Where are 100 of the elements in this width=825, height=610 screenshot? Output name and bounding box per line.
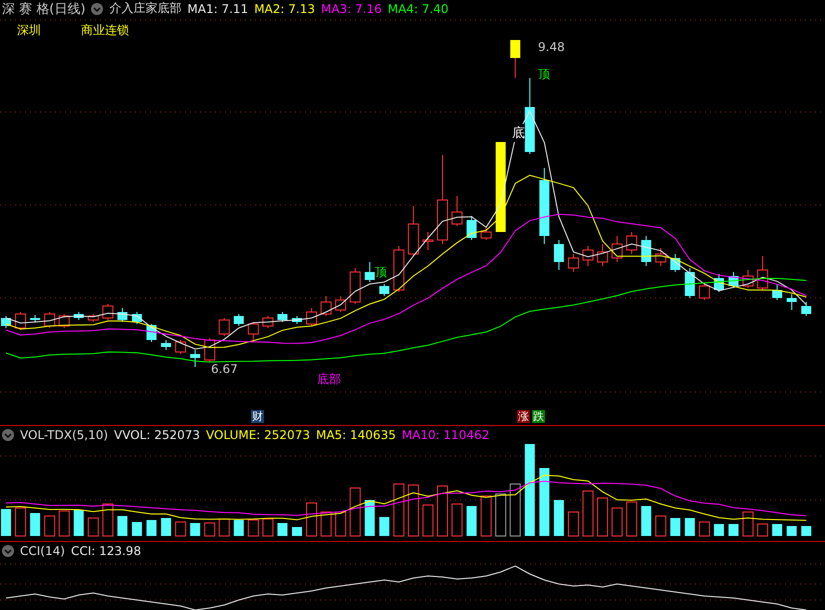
candlestick: [757, 256, 768, 290]
indicator-value: MA5: 140635: [316, 428, 396, 442]
volume-bar: [306, 502, 318, 536]
chart-marker: 9.48: [538, 40, 565, 54]
volume-bar: [74, 510, 84, 536]
candlestick: [132, 312, 142, 324]
candlestick: [698, 284, 710, 300]
volume-bar: [626, 502, 638, 536]
candlestick: [728, 272, 738, 288]
volume-bar: [190, 523, 200, 536]
candlestick: [597, 244, 608, 266]
candlestick: [466, 216, 477, 240]
event-badge[interactable]: 涨: [517, 410, 530, 423]
indicator-value: CCI: 123.98: [70, 544, 142, 558]
volume-bar: [422, 504, 434, 536]
volume-bar: [320, 512, 332, 536]
volume-bar: [714, 524, 724, 536]
volume-bar: [15, 508, 26, 536]
candlestick: [626, 232, 638, 254]
candlestick: [408, 206, 419, 256]
volume-bar: [30, 513, 40, 536]
volume-bar: [757, 524, 768, 536]
chart-marker: 顶: [538, 66, 550, 83]
chart-marker: 顶: [375, 264, 387, 281]
sector-tag: 深圳: [17, 22, 41, 39]
dropdown-icon[interactable]: [91, 2, 104, 14]
candlestick: [801, 302, 812, 316]
volume-bar: [132, 522, 142, 536]
volume-bar: [102, 504, 114, 536]
volume-bar: [655, 516, 666, 536]
chart-marker: 6.67: [211, 362, 238, 376]
candlestick: [262, 316, 274, 328]
indicator-value: MA2: 7.13: [254, 2, 315, 16]
volume-bar: [248, 520, 259, 536]
volume-bar: [772, 524, 782, 536]
volume-bar: [568, 512, 579, 536]
candlestick: [480, 228, 492, 240]
volume-bar: [204, 522, 216, 536]
volume-bar: [582, 490, 594, 536]
volume-bar: [218, 518, 230, 536]
candlestick: [714, 274, 724, 292]
volume-bar: [393, 484, 404, 536]
volume-bar: [146, 520, 156, 536]
event-badge[interactable]: 跌: [532, 410, 545, 423]
volume-bar: [612, 508, 623, 536]
dropdown-icon[interactable]: [2, 428, 14, 440]
indicator-name: CCI(14): [20, 544, 65, 558]
candlestick: [364, 262, 375, 282]
sector-tag: 商业连锁: [81, 22, 129, 39]
candlestick: [582, 246, 594, 266]
volume-bar: [44, 516, 56, 536]
volume-bar: [597, 498, 608, 536]
volume-bar: [742, 512, 754, 536]
volume-bar: [437, 486, 448, 536]
indicator-value: VOLUME: 252073: [206, 428, 310, 442]
indicator-value: MA10: 110462: [402, 428, 490, 442]
volume-bar: [234, 520, 244, 536]
candlestick: [393, 246, 404, 292]
candlestick: [117, 308, 128, 322]
candlestick: [612, 236, 623, 262]
candlestick: [510, 40, 520, 78]
volume-bar: [88, 518, 99, 536]
volume-bar: [539, 468, 550, 536]
event-badge[interactable]: 财: [251, 410, 264, 423]
candlestick: [248, 322, 259, 342]
candlestick: [684, 268, 695, 298]
volume-bar: [801, 526, 812, 536]
candlestick: [15, 312, 26, 330]
candlestick: [335, 296, 346, 312]
candlestick: [1, 316, 11, 328]
candlestick: [422, 232, 434, 250]
volume-bar: [670, 518, 680, 536]
volume-bar: [684, 518, 695, 536]
volume-bar: [480, 496, 492, 536]
candlestick: [379, 284, 390, 296]
volume-bar: [277, 523, 288, 536]
candlestick: [292, 316, 302, 324]
indicator-value: MA3: 7.16: [320, 2, 382, 16]
volume-bar: [364, 500, 375, 536]
indicator-value: MA1: 7.11: [187, 2, 248, 16]
volume-bar: [58, 510, 70, 536]
candlestick: [670, 254, 680, 272]
candlestick: [161, 340, 172, 350]
indicator-value: VVOL: 252073: [114, 428, 200, 442]
volume-bar: [466, 506, 477, 536]
candlestick: [175, 340, 186, 354]
volume-bar: [452, 504, 463, 536]
volume-bar: [350, 488, 361, 536]
candlestick: [88, 314, 99, 322]
candlestick: [655, 248, 666, 266]
volume-bar: [728, 524, 738, 536]
candlestick: [306, 308, 318, 326]
volume-bar: [262, 518, 274, 536]
dropdown-icon[interactable]: [2, 544, 14, 556]
volume-bar: [1, 509, 11, 536]
volume-bar: [510, 484, 521, 536]
volume-bar: [786, 526, 797, 536]
candlestick: [742, 270, 754, 288]
candlestick: [568, 254, 579, 272]
volume-bar: [161, 518, 172, 536]
